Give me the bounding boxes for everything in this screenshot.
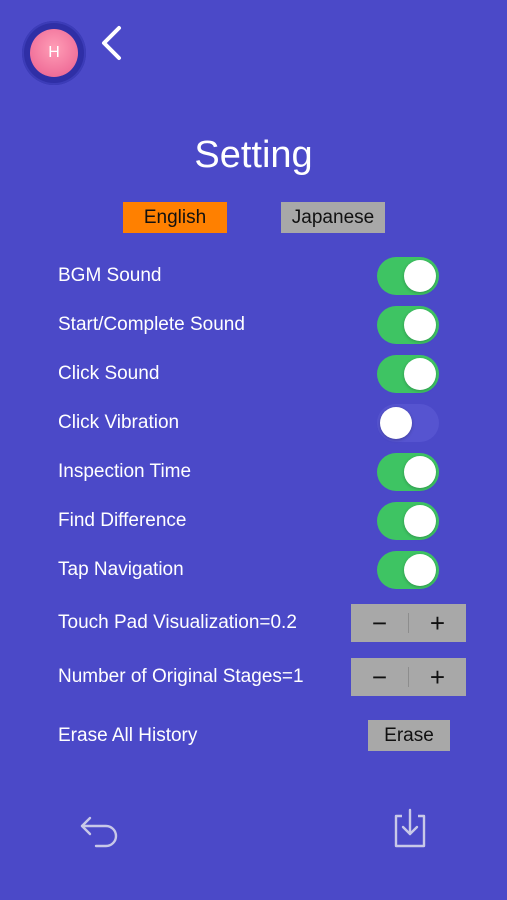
inspection-time-toggle[interactable] bbox=[377, 453, 439, 491]
inspection-time-label: Inspection Time bbox=[58, 461, 192, 482]
toggle-knob bbox=[380, 407, 412, 439]
original-stages-label: Number of Original Stages=1 bbox=[58, 666, 304, 687]
start-complete-sound-toggle[interactable] bbox=[377, 306, 439, 344]
find-difference-label: Find Difference bbox=[58, 510, 187, 531]
toggle-knob bbox=[404, 358, 436, 390]
find-difference-toggle[interactable] bbox=[377, 502, 439, 540]
original-stages-stepper: − + bbox=[351, 658, 466, 696]
avatar-initial: H bbox=[30, 29, 78, 77]
avatar[interactable]: H bbox=[22, 21, 86, 85]
back-button[interactable] bbox=[96, 22, 130, 64]
undo-arrow-icon bbox=[80, 816, 118, 848]
english-language-button[interactable]: English bbox=[123, 202, 227, 233]
chevron-left-icon bbox=[102, 26, 121, 60]
bgm-sound-toggle[interactable] bbox=[377, 257, 439, 295]
click-sound-label: Click Sound bbox=[58, 363, 160, 384]
increment-button[interactable]: + bbox=[409, 658, 466, 696]
decrement-button[interactable]: − bbox=[351, 658, 408, 696]
decrement-button[interactable]: − bbox=[351, 604, 408, 642]
tap-navigation-toggle[interactable] bbox=[377, 551, 439, 589]
erase-history-label: Erase All History bbox=[58, 725, 198, 746]
touch-pad-visualization-stepper: − + bbox=[351, 604, 466, 642]
toggle-knob bbox=[404, 505, 436, 537]
increment-button[interactable]: + bbox=[409, 604, 466, 642]
japanese-language-button[interactable]: Japanese bbox=[281, 202, 385, 233]
toggle-knob bbox=[404, 309, 436, 341]
click-vibration-toggle[interactable] bbox=[377, 404, 439, 442]
touch-pad-visualization-label: Touch Pad Visualization=0.2 bbox=[58, 612, 297, 633]
toggle-knob bbox=[404, 554, 436, 586]
toggle-knob bbox=[404, 456, 436, 488]
click-vibration-label: Click Vibration bbox=[58, 412, 180, 433]
undo-button[interactable] bbox=[78, 806, 122, 850]
download-tray-icon bbox=[394, 808, 426, 848]
bgm-sound-label: BGM Sound bbox=[58, 265, 162, 286]
save-button[interactable] bbox=[388, 806, 432, 850]
click-sound-toggle[interactable] bbox=[377, 355, 439, 393]
page-title: Setting bbox=[194, 134, 313, 176]
toggle-knob bbox=[404, 260, 436, 292]
erase-button[interactable]: Erase bbox=[368, 720, 450, 751]
start-complete-sound-label: Start/Complete Sound bbox=[58, 314, 245, 335]
tap-navigation-label: Tap Navigation bbox=[58, 559, 184, 580]
